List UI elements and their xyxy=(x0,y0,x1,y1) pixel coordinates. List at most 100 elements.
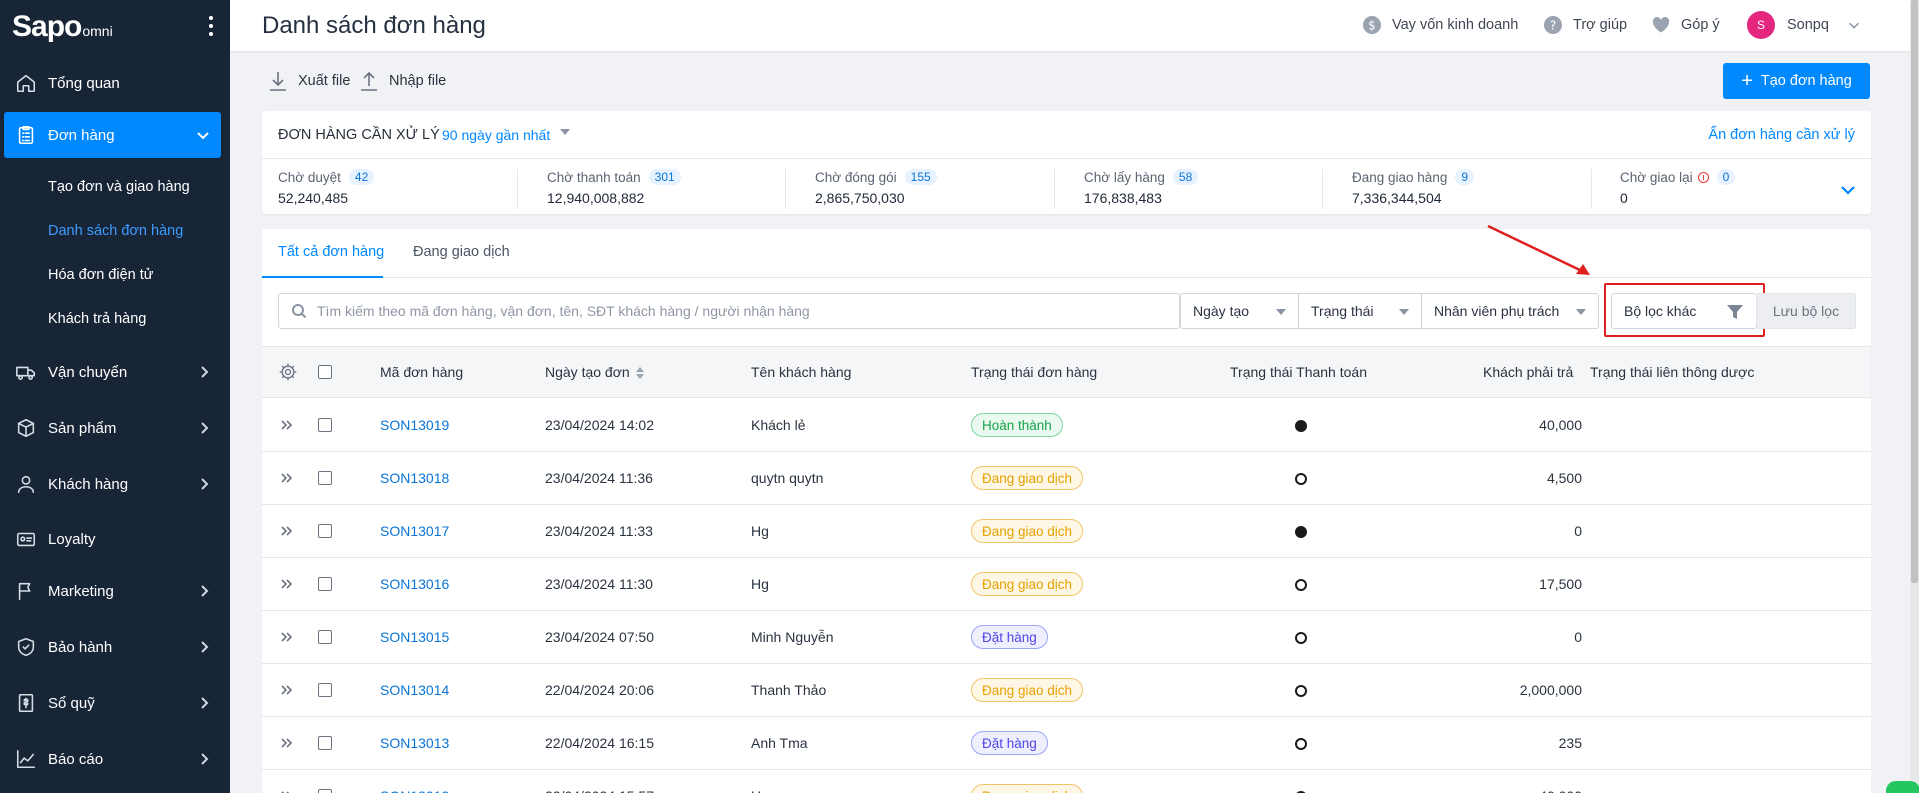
col-order-code[interactable]: Mã đơn hàng xyxy=(380,364,463,380)
row-checkbox[interactable] xyxy=(318,789,332,793)
chevron-down-icon xyxy=(1849,22,1859,29)
export-file-button[interactable]: Xuất file xyxy=(268,70,350,92)
scrollbar-thumb[interactable] xyxy=(1911,0,1918,583)
pending-range-select[interactable]: 90 ngày gần nhất xyxy=(442,127,550,143)
user-menu[interactable]: S Sonpq xyxy=(1747,11,1861,39)
status-badge: Đang giao dịch xyxy=(971,466,1084,490)
stat-awaiting-payment[interactable]: Chờ thanh toán 301 12,940,008,882 xyxy=(547,169,681,209)
double-chevron-right-icon[interactable] xyxy=(279,417,295,433)
sidebar-item-marketing[interactable]: Marketing xyxy=(0,568,230,614)
tab-in-transaction[interactable]: Đang giao dịch xyxy=(413,244,510,260)
col-amount-due[interactable]: Khách phải trả xyxy=(1483,364,1573,380)
user-icon xyxy=(14,472,38,496)
amount-due: 17,500 xyxy=(1539,576,1582,592)
double-chevron-right-icon[interactable] xyxy=(279,470,295,486)
search-box[interactable] xyxy=(278,293,1180,329)
col-customer[interactable]: Tên khách hàng xyxy=(751,364,851,380)
row-checkbox[interactable] xyxy=(318,418,332,432)
help-link[interactable]: ? Trợ giúp xyxy=(1543,15,1627,35)
row-checkbox[interactable] xyxy=(318,524,332,538)
import-file-button[interactable]: Nhập file xyxy=(359,70,446,92)
order-code-link[interactable]: SON13015 xyxy=(380,629,449,645)
table-row[interactable]: SON13014 22/04/2024 20:06 Thanh Thảo Đang g… xyxy=(262,664,1871,717)
save-filter-button[interactable]: Lưu bộ lọc xyxy=(1756,293,1856,329)
sidebar-subitem-order-list[interactable]: Danh sách đơn hàng xyxy=(48,223,183,239)
order-code-link[interactable]: SON13019 xyxy=(380,417,449,433)
stat-awaiting-approval[interactable]: Chờ duyệt 42 52,240,485 xyxy=(278,169,375,209)
sidebar-item-orders[interactable]: Đơn hàng xyxy=(4,112,221,158)
gear-icon[interactable] xyxy=(278,362,298,382)
order-code-link[interactable]: SON13014 xyxy=(380,682,449,698)
sort-icon[interactable] xyxy=(635,367,644,380)
chevron-right-icon xyxy=(196,476,212,492)
sidebar-subitem-returns[interactable]: Khách trả hàng xyxy=(48,311,146,327)
stat-awaiting-pickup[interactable]: Chờ lấy hàng 58 176,838,483 xyxy=(1084,169,1199,209)
table-row[interactable]: SON13019 23/04/2024 14:02 Khách lẻ Hoàn thà… xyxy=(262,399,1871,452)
order-code-link[interactable]: SON13017 xyxy=(380,523,449,539)
order-code-link[interactable]: SON13018 xyxy=(380,470,449,486)
table-row[interactable]: SON13017 23/04/2024 11:33 Hg Đang giao dịch… xyxy=(262,505,1871,558)
double-chevron-right-icon[interactable] xyxy=(279,682,295,698)
col-payment-status[interactable]: Trạng thái Thanh toán xyxy=(1230,364,1367,380)
caret-down-icon[interactable] xyxy=(560,129,570,135)
sidebar-item-warranty[interactable]: Bảo hành xyxy=(0,624,230,670)
tab-all-orders[interactable]: Tất cả đơn hàng xyxy=(278,244,384,260)
order-code-link[interactable]: SON13012 xyxy=(380,788,449,793)
search-input[interactable] xyxy=(317,303,1177,319)
col-created-date[interactable]: Ngày tạo đơn xyxy=(545,364,644,380)
sidebar-item-reports[interactable]: Báo cáo xyxy=(0,736,230,782)
create-order-button[interactable]: + Tạo đơn hàng xyxy=(1723,63,1870,99)
table-row[interactable]: SON13012 22/04/2024 15:57 Hg Đang giao dịch… xyxy=(262,770,1871,793)
status-filter[interactable]: Trạng thái xyxy=(1298,293,1422,329)
table-row[interactable]: SON13018 23/04/2024 11:36 quytn quytn Đang … xyxy=(262,452,1871,505)
row-checkbox[interactable] xyxy=(318,471,332,485)
double-chevron-right-icon[interactable] xyxy=(279,576,295,592)
order-code-link[interactable]: SON13016 xyxy=(380,576,449,592)
sidebar-subitem-e-invoice[interactable]: Hóa đơn điện tử xyxy=(48,267,153,283)
chat-widget-button[interactable] xyxy=(1886,781,1919,793)
col-order-status[interactable]: Trạng thái đơn hàng xyxy=(971,364,1097,380)
created-date-filter[interactable]: Ngày tạo xyxy=(1180,293,1299,329)
status-badge: Đang giao dịch xyxy=(971,519,1084,543)
hide-pending-link[interactable]: Ẩn đơn hàng cần xử lý xyxy=(1708,127,1855,143)
sidebar-item-shipping[interactable]: Vận chuyển xyxy=(0,349,230,395)
stat-value: 2,865,750,030 xyxy=(815,190,905,206)
col-pharma-link-status[interactable]: Trạng thái liên thông dược xyxy=(1590,364,1754,380)
table-row[interactable]: SON13013 22/04/2024 16:15 Anh Tma Đặt hàng 2… xyxy=(262,717,1871,770)
stat-awaiting-redelivery[interactable]: Chờ giao lại 0 0 xyxy=(1620,169,1736,209)
info-icon[interactable] xyxy=(1697,171,1709,183)
filter-label: Trạng thái xyxy=(1311,303,1374,319)
stat-delivering[interactable]: Đang giao hàng 9 7,336,344,504 xyxy=(1352,169,1475,209)
more-menu-icon[interactable] xyxy=(208,16,214,36)
row-checkbox[interactable] xyxy=(318,577,332,591)
sidebar-item-overview[interactable]: Tổng quan xyxy=(0,60,230,106)
staff-filter[interactable]: Nhân viên phụ trách xyxy=(1421,293,1599,329)
divider xyxy=(785,169,786,209)
select-all-checkbox[interactable] xyxy=(318,365,332,379)
feedback-link[interactable]: Góp ý xyxy=(1651,15,1720,35)
sidebar-item-cash-book[interactable]: Sổ quỹ xyxy=(0,680,230,726)
sidebar-item-label: Đơn hàng xyxy=(48,126,115,144)
table-row[interactable]: SON13015 23/04/2024 07:50 Minh Nguyễn Đặt h… xyxy=(262,611,1871,664)
chevron-right-icon xyxy=(196,420,212,436)
table-row[interactable]: SON13016 23/04/2024 11:30 Hg Đang giao dịch… xyxy=(262,558,1871,611)
sidebar-item-products[interactable]: Sản phẩm xyxy=(0,405,230,451)
svg-text:$: $ xyxy=(1368,19,1376,33)
customer-name: Khách lẻ xyxy=(751,417,806,433)
row-checkbox[interactable] xyxy=(318,630,332,644)
chevron-right-icon xyxy=(196,364,212,380)
row-checkbox[interactable] xyxy=(318,683,332,697)
sidebar-item-loyalty[interactable]: Loyalty xyxy=(0,516,230,562)
double-chevron-right-icon[interactable] xyxy=(279,629,295,645)
chevron-down-icon[interactable] xyxy=(1839,181,1857,199)
double-chevron-right-icon[interactable] xyxy=(279,735,295,751)
sidebar-item-customers[interactable]: Khách hàng xyxy=(0,461,230,507)
order-code-link[interactable]: SON13013 xyxy=(380,735,449,751)
double-chevron-right-icon[interactable] xyxy=(279,523,295,539)
loan-link[interactable]: $ Vay vốn kinh doanh xyxy=(1362,15,1518,35)
sapo-logo[interactable]: Sapoomni xyxy=(12,10,113,44)
sidebar-subitem-create-order[interactable]: Tạo đơn và giao hàng xyxy=(48,179,190,195)
stat-awaiting-packing[interactable]: Chờ đóng gói 155 2,865,750,030 xyxy=(815,169,937,209)
double-chevron-right-icon[interactable] xyxy=(279,788,295,793)
row-checkbox[interactable] xyxy=(318,736,332,750)
